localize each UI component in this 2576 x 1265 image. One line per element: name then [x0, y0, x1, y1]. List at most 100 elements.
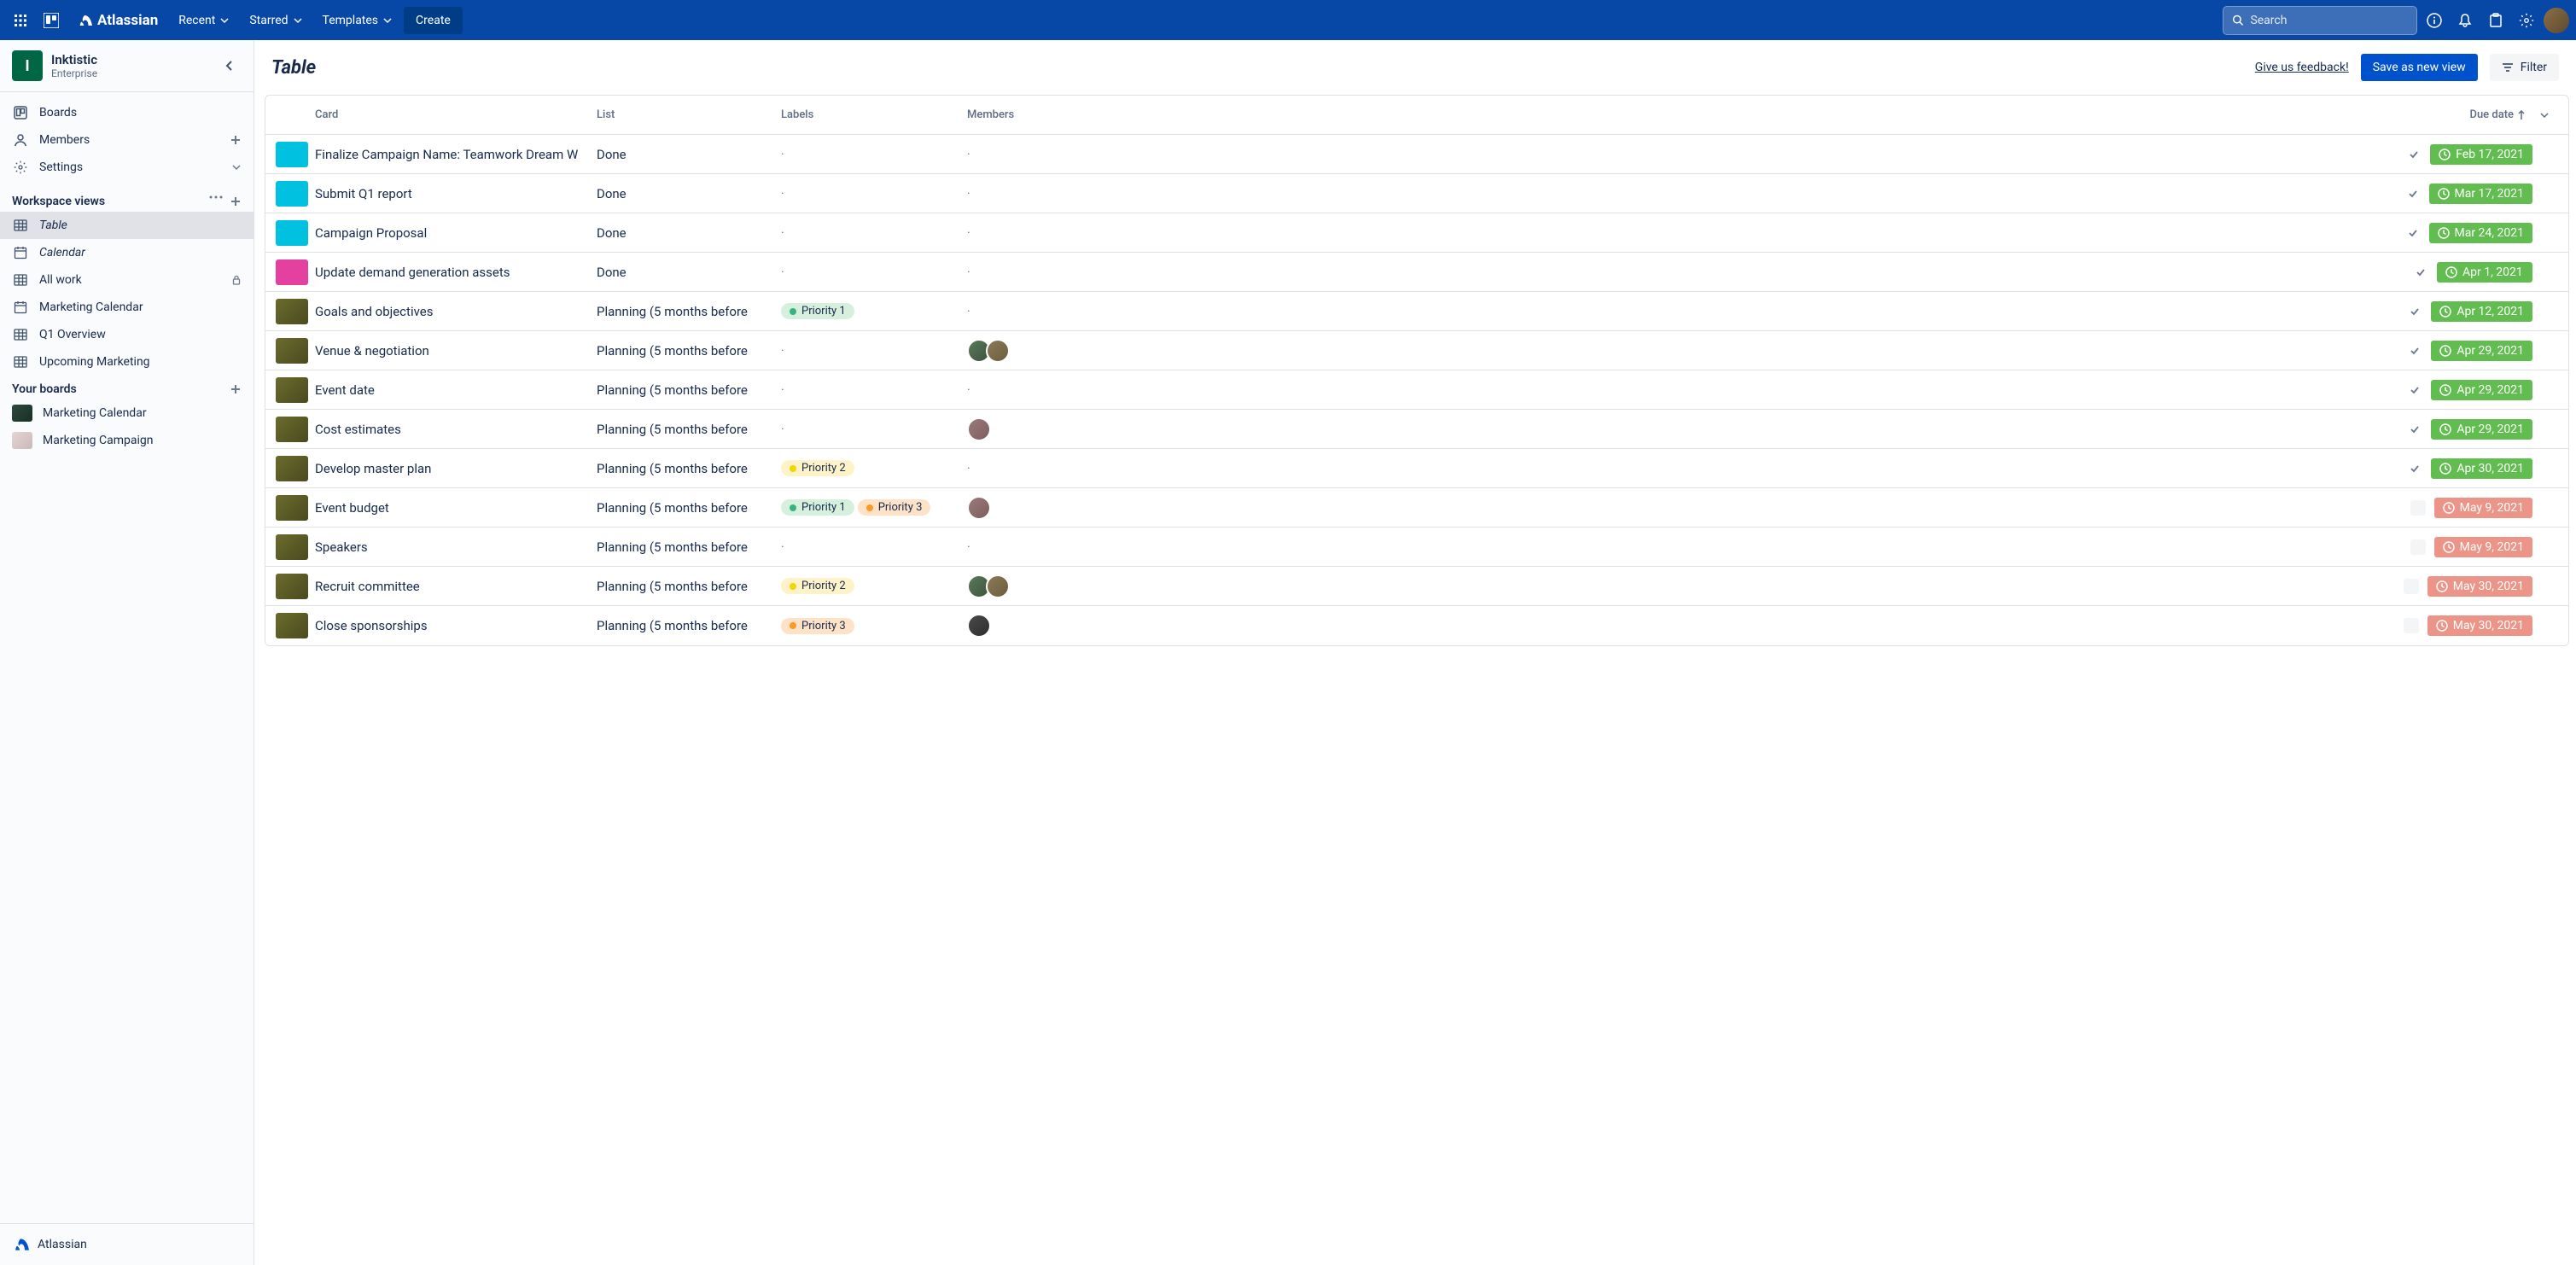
due-checkbox[interactable] — [2407, 304, 2422, 319]
members-stack[interactable] — [967, 339, 1131, 363]
nav-settings[interactable]: Settings — [0, 154, 254, 181]
filter-button[interactable]: Filter — [2490, 54, 2559, 81]
table-row[interactable]: Submit Q1 reportDone··Mar 17, 2021 — [265, 174, 2568, 213]
sidebar-collapse-button[interactable] — [218, 54, 242, 78]
card-title[interactable]: Close sponsorships — [312, 618, 593, 633]
save-view-button[interactable]: Save as new view — [2361, 54, 2478, 81]
due-badge[interactable]: Apr 29, 2021 — [2431, 419, 2532, 440]
table-row[interactable]: Finalize Campaign Name: Teamwork Dream W… — [265, 135, 2568, 174]
due-badge[interactable]: Apr 29, 2021 — [2431, 380, 2532, 400]
apps-icon[interactable] — [7, 7, 34, 34]
col-menu[interactable] — [2536, 110, 2561, 120]
list-name[interactable]: Planning (5 months before — [593, 500, 778, 516]
search-input[interactable] — [2250, 14, 2408, 27]
create-button[interactable]: Create — [404, 7, 463, 34]
nav-members[interactable]: Members — [0, 126, 254, 154]
info-icon[interactable] — [2421, 7, 2448, 34]
user-avatar[interactable] — [2544, 8, 2569, 33]
card-title[interactable]: Update demand generation assets — [312, 265, 593, 280]
list-name[interactable]: Planning (5 months before — [593, 461, 778, 476]
due-badge[interactable]: Apr 30, 2021 — [2431, 458, 2532, 479]
list-name[interactable]: Done — [593, 186, 778, 201]
col-members[interactable]: Members — [964, 108, 1134, 121]
card-title[interactable]: Recruit committee — [312, 579, 593, 594]
members-stack[interactable] — [967, 496, 1131, 520]
label-badge[interactable]: Priority 1 — [781, 499, 854, 516]
due-checkbox[interactable] — [2404, 618, 2419, 633]
table-row[interactable]: Venue & negotiationPlanning (5 months be… — [265, 331, 2568, 370]
due-badge[interactable]: Apr 12, 2021 — [2431, 301, 2532, 322]
sidebar-footer[interactable]: Atlassian — [0, 1223, 254, 1265]
due-badge[interactable]: May 30, 2021 — [2427, 576, 2532, 597]
list-name[interactable]: Planning (5 months before — [593, 382, 778, 398]
due-badge[interactable]: Apr 29, 2021 — [2431, 341, 2532, 361]
members-stack[interactable] — [967, 574, 1131, 598]
due-checkbox[interactable] — [2404, 579, 2419, 594]
settings-chevron-icon[interactable] — [231, 162, 242, 172]
due-badge[interactable]: Feb 17, 2021 — [2430, 144, 2532, 165]
card-title[interactable]: Event budget — [312, 500, 593, 516]
table-row[interactable]: Close sponsorshipsPlanning (5 months bef… — [265, 606, 2568, 645]
col-list[interactable]: List — [593, 108, 778, 121]
view-item[interactable]: Table — [0, 212, 254, 239]
list-name[interactable]: Planning (5 months before — [593, 343, 778, 359]
due-checkbox[interactable] — [2407, 422, 2422, 437]
menu-starred[interactable]: Starred — [241, 7, 310, 34]
due-badge[interactable]: May 9, 2021 — [2434, 537, 2532, 557]
card-title[interactable]: Develop master plan — [312, 461, 593, 476]
nav-boards[interactable]: Boards — [0, 99, 254, 126]
views-add-icon[interactable] — [230, 195, 242, 207]
table-row[interactable]: Update demand generation assetsDone··Apr… — [265, 253, 2568, 292]
board-item[interactable]: Marketing Campaign — [0, 427, 254, 454]
list-name[interactable]: Planning (5 months before — [593, 304, 778, 319]
table-row[interactable]: SpeakersPlanning (5 months before··May 9… — [265, 528, 2568, 567]
due-checkbox[interactable] — [2407, 343, 2422, 359]
add-member-icon[interactable] — [230, 134, 242, 146]
views-more-icon[interactable] — [209, 195, 223, 207]
member-avatar[interactable] — [967, 417, 991, 441]
list-name[interactable]: Done — [593, 225, 778, 241]
due-checkbox[interactable] — [2405, 225, 2421, 241]
label-badge[interactable]: Priority 2 — [781, 460, 854, 476]
due-badge[interactable]: May 9, 2021 — [2434, 498, 2532, 518]
view-item[interactable]: All work — [0, 266, 254, 294]
member-avatar[interactable] — [967, 496, 991, 520]
due-checkbox[interactable] — [2410, 539, 2426, 555]
due-badge[interactable]: Mar 24, 2021 — [2429, 223, 2533, 243]
col-labels[interactable]: Labels — [778, 108, 964, 121]
card-title[interactable]: Venue & negotiation — [312, 343, 593, 359]
view-item[interactable]: Calendar — [0, 239, 254, 266]
card-title[interactable]: Finalize Campaign Name: Teamwork Dream W — [312, 147, 593, 162]
table-row[interactable]: Goals and objectivesPlanning (5 months b… — [265, 292, 2568, 331]
col-card[interactable]: Card — [312, 108, 593, 121]
list-name[interactable]: Planning (5 months before — [593, 539, 778, 555]
card-title[interactable]: Event date — [312, 382, 593, 398]
list-name[interactable]: Planning (5 months before — [593, 422, 778, 437]
list-name[interactable]: Planning (5 months before — [593, 618, 778, 633]
view-item[interactable]: Q1 Overview — [0, 321, 254, 348]
due-checkbox[interactable] — [2407, 461, 2422, 476]
due-badge[interactable]: May 30, 2021 — [2427, 615, 2532, 636]
table-row[interactable]: Event budgetPlanning (5 months beforePri… — [265, 488, 2568, 528]
card-title[interactable]: Submit Q1 report — [312, 186, 593, 201]
board-item[interactable]: Marketing Calendar — [0, 399, 254, 427]
notification-icon[interactable] — [2451, 7, 2479, 34]
brand-link[interactable]: Atlassian — [68, 7, 166, 34]
due-badge[interactable]: Apr 1, 2021 — [2437, 262, 2532, 283]
list-name[interactable]: Done — [593, 265, 778, 280]
member-avatar[interactable] — [986, 574, 1010, 598]
table-row[interactable]: Recruit committeePlanning (5 months befo… — [265, 567, 2568, 606]
due-checkbox[interactable] — [2413, 265, 2428, 280]
due-checkbox[interactable] — [2407, 382, 2422, 398]
due-checkbox[interactable] — [2410, 500, 2426, 516]
view-item[interactable]: Marketing Calendar — [0, 294, 254, 321]
col-due[interactable]: Due date — [1134, 108, 2536, 121]
search-field[interactable] — [2223, 6, 2417, 35]
card-title[interactable]: Campaign Proposal — [312, 225, 593, 241]
list-name[interactable]: Done — [593, 147, 778, 162]
menu-recent[interactable]: Recent — [170, 7, 237, 34]
due-checkbox[interactable] — [2405, 186, 2421, 201]
table-row[interactable]: Develop master planPlanning (5 months be… — [265, 449, 2568, 488]
settings-icon[interactable] — [2513, 7, 2540, 34]
label-badge[interactable]: Priority 1 — [781, 303, 854, 319]
